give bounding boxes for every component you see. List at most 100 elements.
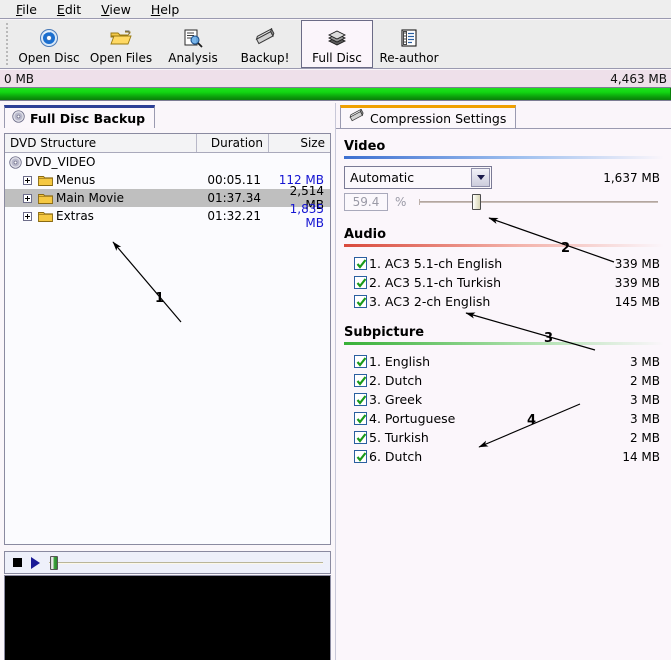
audio-track-size: 339 MB: [614, 256, 660, 271]
audio-track-label: 1. AC3 5.1-ch English: [369, 256, 503, 271]
subpicture-track-label: 3. Greek: [369, 392, 423, 407]
menu-item-edit[interactable]: Edit: [47, 1, 91, 18]
percent-symbol: %: [395, 195, 407, 209]
slider-track: [419, 201, 658, 203]
expand-icon[interactable]: [23, 193, 32, 203]
toolbar-button-full-disc[interactable]: Full Disc: [301, 20, 373, 68]
dvd-structure-tree[interactable]: DVD Structure Duration Size DVD_VIDEO Me…: [4, 133, 331, 545]
tree-item-duration: 01:37.34: [207, 191, 261, 205]
subpicture-track-label: 4. Portuguese: [369, 411, 456, 426]
menu-item-help[interactable]: Help: [141, 1, 190, 18]
tree-item-label: Extras: [56, 209, 94, 223]
tree-item-label: Main Movie: [56, 191, 124, 205]
tree-header-row: DVD Structure Duration Size: [5, 134, 330, 153]
seek-thumb[interactable]: [50, 555, 58, 570]
tab-label: Full Disc Backup: [30, 110, 146, 126]
list-item[interactable]: 2. AC3 5.1-ch Turkish 339 MB: [354, 273, 664, 292]
play-button[interactable]: [31, 556, 40, 569]
checkbox[interactable]: [354, 257, 367, 270]
toolbar-button-analysis[interactable]: Analysis: [157, 20, 229, 68]
column-header-structure[interactable]: DVD Structure: [5, 134, 197, 152]
list-item[interactable]: 3. AC3 2-ch English 145 MB: [354, 292, 664, 311]
chevron-down-icon[interactable]: [471, 168, 490, 187]
video-mode-select[interactable]: Automatic: [344, 166, 492, 189]
checkbox[interactable]: [354, 374, 367, 387]
application-window: File Edit View Help Open Disc Open Files…: [0, 0, 671, 660]
size-scale-bar: 0 MB 4,463 MB: [0, 70, 671, 87]
video-compression-slider[interactable]: [419, 193, 658, 211]
video-mode-row: Automatic 1,637 MB: [344, 166, 664, 189]
list-item[interactable]: 1. AC3 5.1-ch English 339 MB: [354, 254, 664, 273]
video-percent-row: 59.4 %: [344, 193, 664, 211]
menu-item-view[interactable]: View: [91, 1, 141, 18]
subpicture-track-size: 14 MB: [622, 449, 660, 464]
checkbox[interactable]: [354, 295, 367, 308]
expand-icon[interactable]: [23, 211, 32, 221]
subpicture-track-size: 3 MB: [629, 392, 660, 407]
toolbar-button-label: Backup!: [240, 50, 290, 65]
video-percent-input[interactable]: 59.4: [344, 193, 388, 211]
list-item[interactable]: 5. Turkish 2 MB: [354, 428, 664, 447]
toolbar-button-re-author[interactable]: Re-author: [373, 20, 445, 68]
column-header-size[interactable]: Size: [269, 134, 330, 152]
toolbar-grip[interactable]: [3, 23, 11, 65]
folder-icon: [38, 174, 53, 186]
list-item[interactable]: 2. Dutch 2 MB: [354, 371, 664, 390]
list-item[interactable]: 4. Portuguese 3 MB: [354, 409, 664, 428]
annotation-number: 1: [155, 291, 165, 306]
tree-root-label: DVD_VIDEO: [25, 155, 96, 169]
slider-thumb[interactable]: [471, 194, 481, 210]
toolbar-button-open-disc[interactable]: Open Disc: [13, 20, 85, 68]
tree-item-duration: 01:32.21: [207, 209, 261, 223]
toolbar-button-label: Open Files: [89, 50, 153, 65]
checkbox[interactable]: [354, 450, 367, 463]
folder-icon: [38, 192, 53, 204]
table-row[interactable]: Extras 01:32.21 1,835 MB: [5, 202, 330, 230]
checkbox[interactable]: [354, 431, 367, 444]
section-rule-subpicture: [344, 342, 664, 345]
audio-track-label: 3. AC3 2-ch English: [369, 294, 491, 309]
audio-track-label: 2. AC3 5.1-ch Turkish: [369, 275, 501, 290]
subpicture-track-size: 2 MB: [629, 373, 660, 388]
slider-tick: [419, 199, 421, 205]
checkbox[interactable]: [354, 393, 367, 406]
tab-compression-settings[interactable]: Compression Settings: [340, 105, 517, 128]
tree-row-root[interactable]: DVD_VIDEO: [5, 153, 330, 171]
checkbox[interactable]: [354, 355, 367, 368]
size-min-label: 0 MB: [4, 71, 35, 86]
player-controls: [4, 551, 331, 574]
stop-button[interactable]: [13, 558, 22, 567]
compression-settings-body: Video Automatic 1,637 MB 59.4 % Audio 1.…: [336, 128, 671, 660]
tab-full-disc-backup[interactable]: Full Disc Backup: [4, 105, 156, 128]
subpicture-track-label: 5. Turkish: [369, 430, 429, 445]
tree-item-size: 1,835 MB: [289, 202, 324, 230]
folder-icon: [38, 210, 53, 222]
menu-item-file[interactable]: File: [6, 1, 47, 18]
disc-usage-progress-bar: [0, 87, 671, 101]
toolbar-button-open-files[interactable]: Open Files: [85, 20, 157, 68]
right-tabstrip: Compression Settings: [336, 103, 671, 128]
video-size-value: 1,637 MB: [603, 170, 660, 185]
annotation-number: 4: [527, 413, 537, 428]
open-folder-icon: [110, 26, 132, 50]
seek-slider[interactable]: [49, 555, 323, 570]
list-item[interactable]: 1. English 3 MB: [354, 352, 664, 371]
list-item[interactable]: 3. Greek 3 MB: [354, 390, 664, 409]
tab-label: Compression Settings: [370, 110, 507, 126]
checkbox[interactable]: [354, 412, 367, 425]
subpicture-track-size: 3 MB: [629, 411, 660, 426]
annotation-number: 2: [561, 241, 571, 256]
section-title-subpicture: Subpicture: [344, 325, 425, 340]
right-panel: Compression Settings Video Automatic 1,6…: [335, 103, 671, 660]
expand-icon[interactable]: [23, 175, 32, 185]
toolbar-button-label: Open Disc: [18, 50, 80, 65]
list-item[interactable]: 6. Dutch 14 MB: [354, 447, 664, 466]
menu-bar: File Edit View Help: [0, 0, 671, 19]
progress-fill: [0, 88, 671, 100]
left-panel: Full Disc Backup DVD Structure Duration …: [0, 103, 335, 660]
compress-icon: [254, 26, 276, 50]
toolbar-button-backup[interactable]: Backup!: [229, 20, 301, 68]
column-header-duration[interactable]: Duration: [197, 134, 269, 152]
stack-icon: [326, 26, 348, 50]
checkbox[interactable]: [354, 276, 367, 289]
